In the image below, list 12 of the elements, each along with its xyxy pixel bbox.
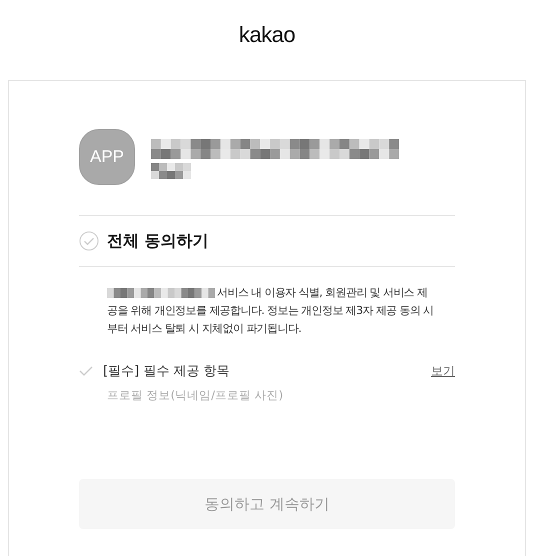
app-icon: APP [79, 129, 135, 185]
blurred-app-subtitle [151, 163, 191, 179]
description-line: 서비스 내 이용자 식별, 회원관리 및 서비스 제 [217, 285, 428, 301]
check-icon[interactable] [79, 365, 93, 377]
check-circle-icon[interactable] [79, 231, 99, 251]
consent-item-label: [필수] 필수 제공 항목 [103, 363, 231, 380]
view-link[interactable]: 보기 [431, 362, 455, 380]
consent-item-detail: 프로필 정보(닉네임/프로필 사진) [107, 388, 284, 403]
description-line: 공을 위해 개인정보를 제공합니다. 정보는 개인정보 제3자 제공 동의 시 [107, 303, 435, 319]
description-line: 부터 서비스 탈퇴 시 지체없이 파기됩니다. [107, 321, 302, 337]
kakao-logo: kakao [238, 22, 296, 49]
agree-all-label: 전체 동의하기 [107, 230, 209, 252]
